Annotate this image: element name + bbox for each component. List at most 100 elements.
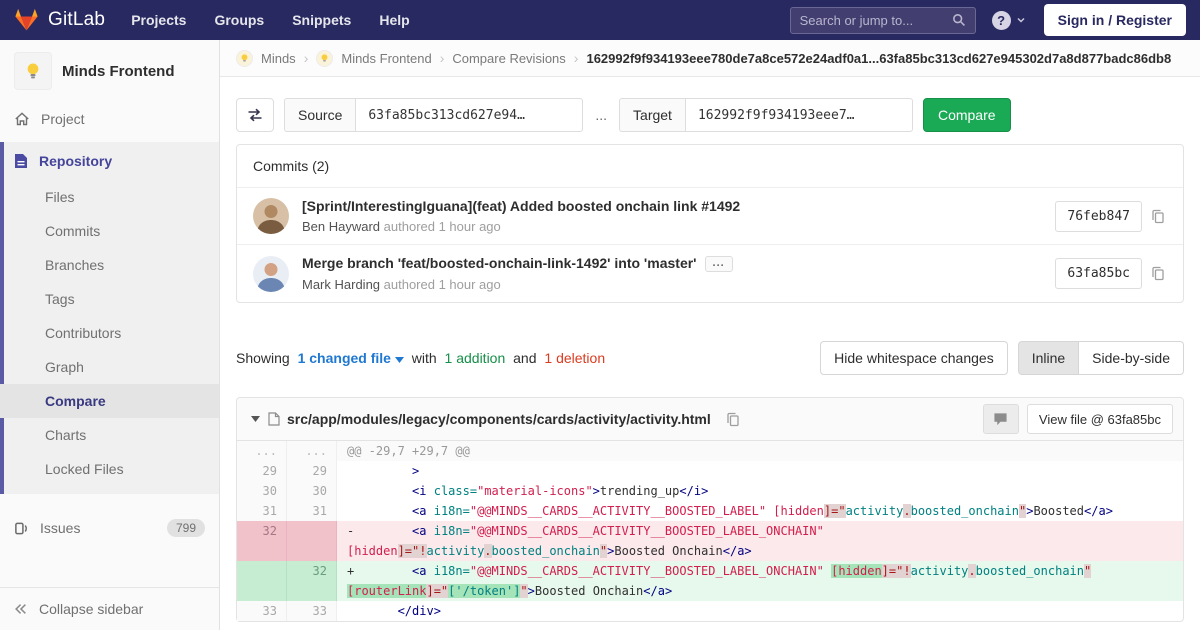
double-chevron-left-icon bbox=[14, 602, 28, 616]
sidebar-item-files[interactable]: Files bbox=[0, 180, 219, 214]
compare-button[interactable]: Compare bbox=[923, 98, 1011, 132]
with-text: with bbox=[412, 350, 437, 366]
breadcrumb-separator: › bbox=[304, 50, 309, 66]
diff-line-number-old[interactable]: ... bbox=[237, 441, 287, 461]
sign-in-register-button[interactable]: Sign in / Register bbox=[1044, 4, 1186, 36]
diff-line: 3333 </div> bbox=[237, 601, 1183, 621]
commit-author-link[interactable]: Ben Hayward bbox=[302, 219, 380, 234]
expand-commit-message-button[interactable]: ... bbox=[705, 256, 733, 272]
diff-line-number-new[interactable]: 31 bbox=[287, 501, 337, 521]
diff-line-number-old[interactable]: 32 bbox=[237, 521, 287, 561]
diff-line-code: </div> bbox=[337, 601, 1183, 621]
target-revision-input[interactable]: 162992f9f934193eee7… bbox=[685, 98, 913, 132]
diff-line-number-new[interactable]: ... bbox=[287, 441, 337, 461]
additions-count: 1 addition bbox=[445, 350, 506, 366]
commit-title-line: Merge branch 'feat/boosted-onchain-link-… bbox=[302, 255, 1055, 272]
sidebar-item-contributors[interactable]: Contributors bbox=[0, 316, 219, 350]
diff-line: 32- <a i18n="@@MINDS__CARDS__ACTIVITY__B… bbox=[237, 521, 1183, 561]
hide-whitespace-button[interactable]: Hide whitespace changes bbox=[820, 341, 1008, 375]
diff-file-header: src/app/modules/legacy/components/cards/… bbox=[237, 398, 1183, 441]
global-search-box[interactable] bbox=[790, 7, 976, 34]
commit-byline: Mark Harding authored 1 hour ago bbox=[302, 277, 1055, 292]
view-mode-toggle: Inline Side-by-side bbox=[1018, 341, 1184, 375]
logo-wordmark: GitLab bbox=[48, 9, 105, 31]
swap-revisions-button[interactable] bbox=[236, 98, 274, 132]
collapse-sidebar-button[interactable]: Collapse sidebar bbox=[0, 587, 219, 630]
copy-sha-button[interactable] bbox=[1149, 207, 1167, 226]
source-label: Source bbox=[284, 98, 355, 132]
diff-file-card: src/app/modules/legacy/components/cards/… bbox=[236, 397, 1184, 622]
deletions-count: 1 deletion bbox=[544, 350, 605, 366]
commits-card: Commits (2) [Sprint/InterestingIguana](f… bbox=[236, 144, 1184, 303]
navbar-links: Projects Groups Snippets Help bbox=[131, 12, 410, 28]
sidebar-item-issues[interactable]: Issues799 bbox=[0, 508, 219, 548]
diff-line-number-old[interactable] bbox=[237, 561, 287, 601]
commit-title-link[interactable]: Merge branch 'feat/boosted-onchain-link-… bbox=[302, 255, 697, 271]
sidebar-nav: Project Repository FilesCommitsBranchesTag… bbox=[0, 100, 219, 548]
breadcrumb-link-compare-revisions[interactable]: Compare Revisions bbox=[452, 51, 565, 66]
diff-line-number-new[interactable]: 32 bbox=[287, 561, 337, 601]
source-revision-input[interactable]: 63fa85bc313cd627e94… bbox=[355, 98, 583, 132]
commit-title-line: [Sprint/InterestingIguana](feat) Added b… bbox=[302, 198, 1055, 214]
search-input[interactable] bbox=[800, 13, 946, 28]
sidebar-item-locked-files[interactable]: Locked Files bbox=[0, 452, 219, 486]
diff-line-number-new[interactable] bbox=[287, 521, 337, 561]
diff-line-number-new[interactable]: 30 bbox=[287, 481, 337, 501]
diff-line: 3131 <a i18n="@@MINDS__CARDS__ACTIVITY__… bbox=[237, 501, 1183, 521]
sidebar-item-compare[interactable]: Compare bbox=[0, 384, 219, 418]
sidebar-item-branches[interactable]: Branches bbox=[0, 248, 219, 282]
nav-link-help[interactable]: Help bbox=[379, 12, 409, 28]
side-by-side-view-button[interactable]: Side-by-side bbox=[1079, 341, 1184, 375]
caret-down-icon bbox=[395, 357, 404, 363]
target-label: Target bbox=[619, 98, 685, 132]
toggle-comments-button[interactable] bbox=[983, 404, 1019, 434]
diff-line-number-old[interactable]: 33 bbox=[237, 601, 287, 621]
swap-icon bbox=[247, 108, 263, 122]
sidebar-project-header[interactable]: Minds Frontend bbox=[0, 40, 219, 100]
diff-line-number-new[interactable]: 33 bbox=[287, 601, 337, 621]
nav-link-snippets[interactable]: Snippets bbox=[292, 12, 351, 28]
tanuki-icon bbox=[14, 8, 39, 32]
main-content: Minds › Minds Frontend › Compare Revisio… bbox=[220, 40, 1200, 630]
nav-link-groups[interactable]: Groups bbox=[214, 12, 264, 28]
commit-sha-link[interactable]: 63fa85bc bbox=[1055, 258, 1142, 289]
user-avatar bbox=[253, 198, 289, 234]
sidebar-item-label: Issues bbox=[40, 520, 80, 536]
changed-files-dropdown[interactable]: 1 changed file bbox=[298, 350, 408, 366]
sidebar-item-tags[interactable]: Tags bbox=[0, 282, 219, 316]
sidebar-item-graph[interactable]: Graph bbox=[0, 350, 219, 384]
breadcrumb-link-minds-frontend[interactable]: Minds Frontend bbox=[341, 51, 431, 66]
sidebar-item-project[interactable]: Project bbox=[0, 100, 219, 138]
commit-byline: Ben Hayward authored 1 hour ago bbox=[302, 219, 1055, 234]
commit-title-link[interactable]: [Sprint/InterestingIguana](feat) Added b… bbox=[302, 198, 740, 214]
inline-view-button[interactable]: Inline bbox=[1018, 341, 1079, 375]
help-menu-button[interactable]: ? bbox=[992, 11, 1026, 30]
project-name: Minds Frontend bbox=[62, 63, 175, 80]
diff-line-number-old[interactable]: 31 bbox=[237, 501, 287, 521]
diff-line-number-old[interactable]: 29 bbox=[237, 461, 287, 481]
breadcrumb-link-minds[interactable]: Minds bbox=[261, 51, 296, 66]
diff-line-number-old[interactable]: 30 bbox=[237, 481, 287, 501]
gitlab-logo[interactable]: GitLab bbox=[14, 8, 105, 32]
collapse-diff-caret[interactable] bbox=[251, 416, 260, 422]
file-path-link[interactable]: src/app/modules/legacy/components/cards/… bbox=[287, 411, 711, 427]
diff-line: 32+ <a i18n="@@MINDS__CARDS__ACTIVITY__B… bbox=[237, 561, 1183, 601]
nav-link-projects[interactable]: Projects bbox=[131, 12, 186, 28]
copy-file-path-button[interactable] bbox=[724, 410, 742, 429]
view-file-button[interactable]: View file @ 63fa85bc bbox=[1027, 404, 1173, 434]
sidebar-item-label: Repository bbox=[39, 153, 112, 169]
diff-line: ......@@ -29,7 +29,7 @@ bbox=[237, 441, 1183, 461]
commit-author-link[interactable]: Mark Harding bbox=[302, 277, 380, 292]
sidebar-item-charts[interactable]: Charts bbox=[0, 418, 219, 452]
commit-sha-link[interactable]: 76feb847 bbox=[1055, 201, 1142, 232]
commit-sha-group: 76feb847 bbox=[1055, 201, 1167, 232]
breadcrumb-separator: › bbox=[440, 50, 445, 66]
copy-icon bbox=[726, 412, 740, 427]
target-input-group: Target 162992f9f934193eee7… bbox=[619, 98, 913, 132]
diff-line-number-new[interactable]: 29 bbox=[287, 461, 337, 481]
sidebar-item-repository[interactable]: Repository bbox=[0, 142, 219, 180]
sidebar-item-commits[interactable]: Commits bbox=[0, 214, 219, 248]
diff-line-code: @@ -29,7 +29,7 @@ bbox=[337, 441, 1183, 461]
copy-sha-button[interactable] bbox=[1149, 264, 1167, 283]
commit-row: [Sprint/InterestingIguana](feat) Added b… bbox=[237, 188, 1183, 245]
